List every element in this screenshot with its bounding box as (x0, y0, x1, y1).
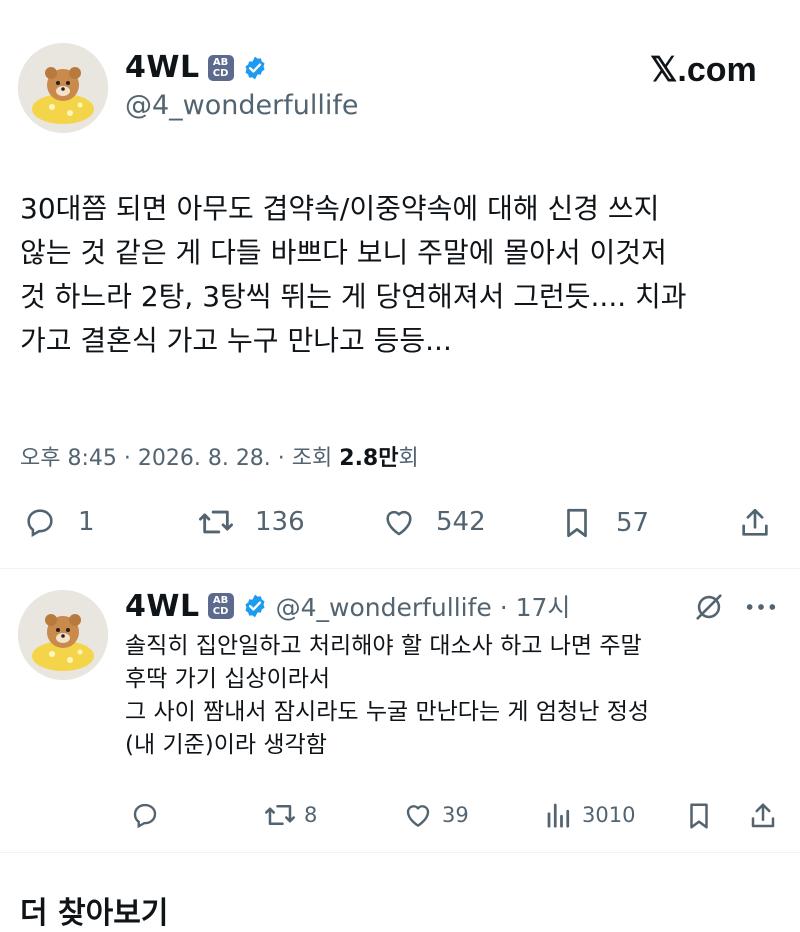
author-name[interactable]: 4WL (125, 50, 200, 85)
reply-line: 솔직히 집안일하고 처리해야 할 대소사 하고 나면 주말 (125, 633, 642, 659)
grok-icon[interactable] (692, 590, 726, 624)
reply-icon (133, 803, 157, 829)
retweet-count: 136 (255, 507, 305, 537)
divider (0, 568, 800, 569)
x-watermark: 𝕏.com (650, 51, 757, 89)
abcd-badge-icon: AB CD (207, 54, 234, 81)
views-chart-icon (547, 803, 570, 828)
view-suffix: 회 (398, 446, 419, 471)
section-title: 더 찾아보기 (20, 896, 169, 931)
share-icon (751, 803, 775, 828)
retweet-icon (199, 510, 233, 534)
reply-count: 1 (78, 507, 95, 537)
reply-share-button[interactable] (748, 800, 778, 832)
reply-like-count: 39 (442, 803, 469, 827)
reply-line: (내 기준)이라 생각함 (125, 732, 327, 758)
view-count: 2.8만 (339, 446, 399, 471)
reply-icon (27, 509, 53, 537)
abcd-badge-icon: AB CD (207, 593, 234, 619)
like-button[interactable]: 542 (380, 505, 486, 539)
share-button[interactable] (738, 505, 772, 541)
divider (0, 852, 800, 853)
reply-handle-time[interactable]: @4_wonderfullife · 17시 (276, 588, 571, 624)
bookmark-count: 57 (616, 508, 650, 538)
reply-like-button[interactable]: 39 (402, 800, 469, 830)
tweet-line: 않는 것 같은 게 다들 바쁘다 보니 주말에 몰아서 이것저 (20, 236, 667, 269)
verified-badge-icon (245, 56, 265, 79)
bookmark-icon (690, 803, 708, 829)
tweet-line: 가고 결혼식 가고 누구 만나고 등등... (20, 324, 452, 357)
avatar[interactable] (18, 43, 108, 133)
share-icon (742, 508, 768, 536)
retweet-button[interactable]: 136 (195, 505, 305, 539)
more-options-icon[interactable] (744, 597, 778, 617)
reply-view-count: 3010 (582, 803, 636, 827)
author-handle[interactable]: @4_wonderfullife (125, 90, 358, 121)
verified-badge-icon (245, 594, 265, 618)
tweet-text: 30대쯤 되면 아무도 겹약속/이중약속에 대해 신경 쓰지 않는 것 같은 게… (20, 187, 780, 363)
tweet-line: 30대쯤 되면 아무도 겹약속/이중약속에 대해 신경 쓰지 (20, 192, 660, 225)
reply-line: 후딱 가기 십상이라서 (125, 666, 331, 692)
reply-reply-button[interactable] (130, 800, 160, 830)
reply-button[interactable]: 1 (22, 505, 95, 539)
reply-views-button[interactable]: 3010 (544, 800, 635, 830)
tweet-line: 것 하느라 2탕, 3탕씩 뛰는 게 당연해져서 그런듯.... 치과 (20, 280, 687, 313)
reply-author-name[interactable]: 4WL (125, 589, 200, 624)
tweet-meta: 오후 8:45 · 2026. 8. 28. · 조회 2.8만회 (20, 440, 419, 472)
heart-icon (386, 510, 412, 536)
bookmark-icon (567, 508, 587, 538)
reply-retweet-button[interactable]: 8 (262, 800, 317, 830)
heart-icon (406, 805, 430, 827)
reply-bookmark-button[interactable] (684, 800, 714, 832)
dog-avatar-icon (18, 43, 108, 133)
like-count: 542 (436, 507, 486, 537)
reply-text: 솔직히 집안일하고 처리해야 할 대소사 하고 나면 주말 후딱 가기 십상이라… (125, 630, 775, 762)
retweet-icon (265, 805, 295, 825)
timestamp[interactable]: 오후 8:45 · 2026. 8. 28. · 조회 (20, 446, 332, 471)
reply-avatar[interactable] (18, 590, 108, 680)
dog-avatar-icon (18, 590, 108, 680)
reply-retweet-count: 8 (304, 803, 318, 827)
bookmark-button[interactable]: 57 (560, 505, 649, 541)
reply-line: 그 사이 짬내서 잠시라도 누굴 만난다는 게 엄청난 정성 (125, 699, 650, 725)
